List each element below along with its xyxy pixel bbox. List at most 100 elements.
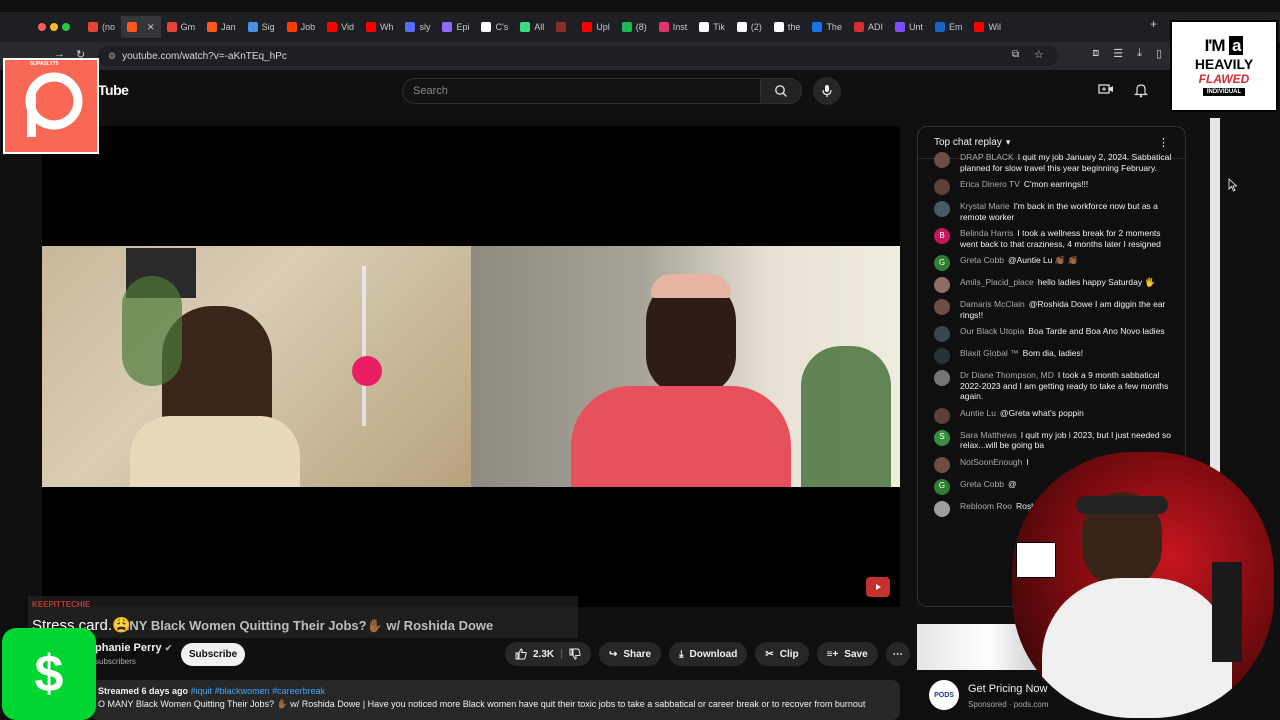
chat-message[interactable]: DRAP BLACK I quit my job January 2, 2024.… <box>918 149 1185 176</box>
media-controls-icon[interactable]: ☰ <box>1113 47 1123 60</box>
chat-message[interactable]: G Greta Cobb @Auntie Lu 👏🏾 👏🏾 <box>918 252 1185 274</box>
browser-tab[interactable]: Vid <box>321 16 360 38</box>
site-info-icon[interactable]: ⚙ <box>108 51 116 62</box>
browser-tab[interactable]: (no <box>82 16 121 38</box>
more-options-icon[interactable]: ⋮ <box>1158 136 1169 149</box>
browser-tab[interactable]: ADI <box>848 16 889 38</box>
chat-message[interactable]: B Belinda Harris I took a wellness break f… <box>918 225 1185 252</box>
browser-tab[interactable]: Sig <box>242 16 281 38</box>
video-frame[interactable] <box>42 246 900 487</box>
browser-tab[interactable]: ✕ <box>121 16 161 38</box>
chat-author[interactable]: Auntie Lu <box>960 408 996 418</box>
chat-message[interactable]: Amils_Placid_place hello ladies happy Sat… <box>918 274 1185 296</box>
browser-tab[interactable]: Wil <box>968 16 1007 38</box>
chat-message[interactable]: Erica Dinero TV C'mon earrings!!! <box>918 176 1185 198</box>
browser-tab[interactable] <box>550 16 576 38</box>
description-box[interactable]: Streamed 6 days ago #iquit #blackwomen #… <box>90 680 900 720</box>
subscribe-button[interactable]: Subscribe <box>181 643 245 666</box>
browser-tab[interactable]: Em <box>929 16 969 38</box>
browser-tab[interactable]: (2) <box>731 16 768 38</box>
address-field[interactable]: ⚙ youtube.com/watch?v=-aKnTEq_hPc <box>98 46 1058 66</box>
avatar[interactable] <box>934 370 950 386</box>
browser-tab[interactable]: The <box>806 16 848 38</box>
bookmark-star-icon[interactable]: ☆ <box>1034 48 1044 61</box>
avatar[interactable] <box>934 299 950 315</box>
browser-tab[interactable]: Job <box>281 16 322 38</box>
chat-author[interactable]: Belinda Harris <box>960 228 1013 238</box>
voice-search-button[interactable] <box>813 77 841 105</box>
channel-name[interactable]: phanie Perry ✔ <box>95 642 172 654</box>
hashtags[interactable]: #iquit #blackwomen #careerbreak <box>191 686 326 696</box>
chat-author[interactable]: Our Black Utopia <box>960 326 1024 336</box>
ad-title[interactable]: Get Pricing Now <box>968 683 1047 695</box>
chat-author[interactable]: Greta Cobb <box>960 479 1004 489</box>
minimize-window-button[interactable] <box>50 23 58 31</box>
save-button[interactable]: ≡+ Save <box>816 642 878 666</box>
browser-tab[interactable]: Inst <box>653 16 694 38</box>
chat-author[interactable]: Amils_Placid_place <box>960 277 1034 287</box>
video-player[interactable] <box>42 126 900 607</box>
browser-tab[interactable]: the <box>768 16 807 38</box>
browser-tab[interactable]: C's <box>475 16 514 38</box>
notifications-bell-icon[interactable] <box>1134 82 1148 98</box>
page-scrollbar[interactable] <box>1210 118 1220 473</box>
chat-message[interactable]: Krystal Marie I'm back in the workforce n… <box>918 198 1185 225</box>
more-actions-button[interactable]: ⋯ <box>885 642 910 666</box>
youtube-watermark[interactable] <box>866 577 890 597</box>
thumbs-down-icon[interactable] <box>569 648 581 660</box>
avatar[interactable]: S <box>934 429 950 446</box>
browser-tab[interactable]: sly <box>399 16 436 38</box>
chat-message[interactable]: Blaxit Global ™ Bom dia, ladies! <box>918 345 1185 367</box>
chat-author[interactable]: Dr Diane Thompson, MD <box>960 370 1054 380</box>
chat-author[interactable]: Sara Matthews <box>960 430 1017 440</box>
avatar[interactable] <box>934 326 950 342</box>
browser-tab[interactable]: Jan <box>201 16 242 38</box>
chat-author[interactable]: Erica Dinero TV <box>960 179 1020 189</box>
chat-message[interactable]: S Sara Matthews I quit my job i 2023, but … <box>918 427 1185 454</box>
sidebar-icon[interactable]: ▯ <box>1156 47 1162 60</box>
chat-author[interactable]: DRAP BLACK <box>960 152 1014 162</box>
avatar[interactable]: B <box>934 228 950 244</box>
avatar[interactable] <box>934 179 950 195</box>
extensions-icon[interactable]: ⧈ <box>1092 47 1099 60</box>
chat-message[interactable]: Dr Diane Thompson, MD I took a 9 month sa… <box>918 367 1185 405</box>
search-button[interactable] <box>760 78 802 104</box>
like-button[interactable]: 2.3K | <box>505 642 591 666</box>
avatar[interactable] <box>934 152 950 168</box>
browser-tab[interactable]: (8) <box>616 16 653 38</box>
download-icon[interactable]: ⤓ <box>1137 47 1142 60</box>
chat-message[interactable]: Auntie Lu @Greta what's poppin <box>918 405 1185 427</box>
avatar[interactable] <box>934 456 950 473</box>
youtube-logo[interactable]: Tube <box>98 82 129 98</box>
close-window-button[interactable] <box>38 23 46 31</box>
avatar[interactable]: G <box>934 478 950 495</box>
chat-author[interactable]: Krystal Marie <box>960 201 1010 211</box>
avatar[interactable] <box>934 277 950 293</box>
maximize-window-button[interactable] <box>62 23 70 31</box>
browser-tab[interactable]: Tik <box>693 16 731 38</box>
avatar[interactable] <box>934 348 950 364</box>
download-button[interactable]: ⤓ Download <box>669 642 748 666</box>
install-app-icon[interactable]: ⧉ <box>1012 49 1019 60</box>
browser-tab[interactable]: Unt <box>889 16 929 38</box>
avatar[interactable] <box>934 407 950 424</box>
chat-author[interactable]: Damaris McClain <box>960 299 1025 309</box>
new-tab-button[interactable]: + <box>1142 17 1165 31</box>
chat-author[interactable]: Rebloom Roo <box>960 501 1012 511</box>
chat-author[interactable]: NotSoonEnough <box>960 457 1022 467</box>
browser-tab[interactable]: All <box>514 16 550 38</box>
share-button[interactable]: ↪ Share <box>598 642 662 666</box>
chat-author[interactable]: Greta Cobb <box>960 255 1004 265</box>
close-tab-icon[interactable]: ✕ <box>147 22 155 33</box>
avatar[interactable]: G <box>934 255 950 271</box>
avatar[interactable] <box>934 201 950 217</box>
browser-tab[interactable]: Wh <box>360 16 400 38</box>
chat-author[interactable]: Blaxit Global ™ <box>960 348 1019 358</box>
search-input[interactable]: Search <box>402 78 760 104</box>
clip-button[interactable]: ✂ Clip <box>755 642 809 666</box>
browser-tab[interactable]: Upl <box>576 16 616 38</box>
browser-tab[interactable]: Gm <box>161 16 202 38</box>
create-video-icon[interactable] <box>1098 82 1114 96</box>
chat-message[interactable]: Damaris McClain @Roshida Dowe I am diggin… <box>918 296 1185 323</box>
chat-message[interactable]: Our Black Utopia Boa Tarde and Boa Ano No… <box>918 323 1185 345</box>
